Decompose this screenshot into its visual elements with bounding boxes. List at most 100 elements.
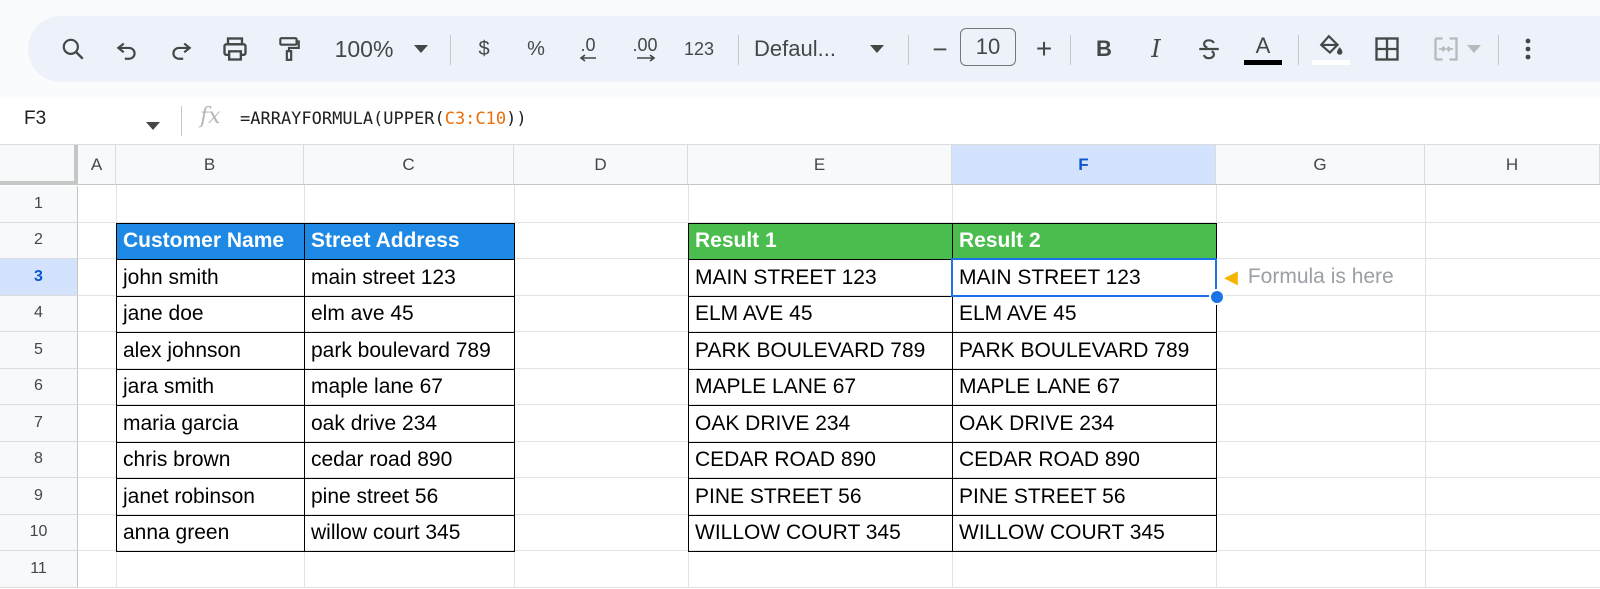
source-table-cell[interactable]: jane doe (116, 295, 305, 333)
source-table-cell[interactable]: park boulevard 789 (304, 332, 515, 370)
zoom-select[interactable]: 100% (324, 16, 404, 82)
formula-suffix: )) (506, 109, 527, 129)
result-table-header-cell[interactable]: Result 1 (688, 222, 953, 260)
result-table-cell[interactable]: CEDAR ROAD 890 (952, 441, 1217, 479)
column-header-g[interactable]: G (1216, 145, 1425, 185)
decrease-font-size-button[interactable]: − (920, 16, 960, 82)
column-header-f[interactable]: F (952, 145, 1216, 185)
toolbar-divider (1498, 35, 1499, 65)
result-table-cell[interactable]: PARK BOULEVARD 789 (952, 332, 1217, 370)
column-header-b[interactable]: B (116, 145, 304, 185)
source-table-cell[interactable]: john smith (116, 259, 305, 297)
select-all-corner[interactable] (0, 145, 78, 185)
italic-button[interactable]: I (1136, 16, 1176, 82)
row-header-10[interactable]: 10 (0, 514, 78, 551)
font-name: Defaul... (754, 36, 836, 61)
more-options-button[interactable] (1508, 16, 1548, 82)
source-table-cell[interactable]: pine street 56 (304, 478, 515, 516)
source-table-cell[interactable]: maria garcia (116, 405, 305, 443)
source-table-header-cell[interactable]: Customer Name (116, 222, 305, 260)
column-header-h[interactable]: H (1425, 145, 1600, 185)
strikethrough-button[interactable] (1188, 16, 1230, 82)
source-table-cell[interactable]: willow court 345 (304, 514, 515, 552)
column-header-d[interactable]: D (514, 145, 688, 185)
source-table-header-cell[interactable]: Street Address (304, 222, 515, 260)
column-header-a[interactable]: A (78, 145, 116, 185)
caret-down-icon (870, 45, 884, 53)
merge-cells-button[interactable] (1418, 16, 1494, 82)
undo-button[interactable] (104, 16, 150, 82)
result-table-cell[interactable]: ELM AVE 45 (952, 295, 1217, 333)
row-header-8[interactable]: 8 (0, 441, 78, 478)
bold-button[interactable]: B (1084, 16, 1124, 82)
row-header-6[interactable]: 6 (0, 368, 78, 405)
source-table-cell[interactable]: chris brown (116, 441, 305, 479)
column-header-c[interactable]: C (304, 145, 514, 185)
result-table-cell[interactable]: CEDAR ROAD 890 (688, 441, 953, 479)
source-table-cell[interactable]: janet robinson (116, 478, 305, 516)
source-table-cell[interactable]: cedar road 890 (304, 441, 515, 479)
toolbar-divider (1070, 35, 1071, 65)
fill-color-button[interactable] (1308, 16, 1354, 82)
source-table-cell[interactable]: elm ave 45 (304, 295, 515, 333)
paint-format-button[interactable] (266, 16, 312, 82)
print-button[interactable] (212, 16, 258, 82)
search-menus-button[interactable] (48, 16, 98, 82)
row-header-3[interactable]: 3 (0, 259, 78, 296)
formula-note-text: Formula is here (1247, 265, 1394, 289)
number-format-label: 123 (683, 38, 715, 59)
result-table-cell[interactable]: OAK DRIVE 234 (952, 405, 1217, 443)
formula-bar-divider (181, 106, 182, 136)
zoom-dropdown-button[interactable] (406, 16, 436, 82)
row-header-5[interactable]: 5 (0, 332, 78, 369)
increase-decimal-label: .00 (632, 35, 658, 55)
caret-down-icon (1467, 45, 1481, 53)
borders-icon (1375, 37, 1399, 61)
result-table-cell[interactable]: PARK BOULEVARD 789 (688, 332, 953, 370)
font-size-input[interactable]: 10 (960, 28, 1016, 66)
result-table-header-cell[interactable]: Result 2 (952, 222, 1217, 260)
row-header-9[interactable]: 9 (0, 478, 78, 515)
source-table-cell[interactable]: maple lane 67 (304, 368, 515, 406)
borders-button[interactable] (1362, 16, 1412, 82)
row-header-4[interactable]: 4 (0, 295, 78, 332)
search-icon (62, 38, 84, 60)
row-header-2[interactable]: 2 (0, 222, 78, 259)
fill-handle[interactable] (1209, 288, 1225, 305)
row-header-1[interactable]: 1 (0, 186, 78, 223)
text-color-button[interactable]: A (1240, 16, 1286, 82)
result-table-cell[interactable]: WILLOW COURT 345 (688, 514, 953, 552)
source-table-cell[interactable]: anna green (116, 514, 305, 552)
formula-input[interactable]: =ARRAYFORMULA(UPPER(C3:C10)) (240, 109, 527, 129)
redo-button[interactable] (158, 16, 204, 82)
name-box-dropdown[interactable] (146, 117, 160, 135)
result-table-cell[interactable]: OAK DRIVE 234 (688, 405, 953, 443)
source-table-cell[interactable]: alex johnson (116, 332, 305, 370)
row-header-7[interactable]: 7 (0, 405, 78, 442)
result-table-cell[interactable]: ELM AVE 45 (688, 295, 953, 333)
source-table-cell[interactable]: main street 123 (304, 259, 515, 297)
font-dropdown-button[interactable] (864, 16, 890, 82)
result-table-cell[interactable]: MAIN STREET 123 (688, 259, 953, 297)
source-table-cell[interactable]: jara smith (116, 368, 305, 406)
more-formats-button[interactable]: 123 (674, 16, 724, 82)
result-table-cell[interactable]: PINE STREET 56 (952, 478, 1217, 516)
format-currency-button[interactable]: $ (464, 16, 504, 82)
font-family-select[interactable]: Defaul... (754, 16, 854, 82)
source-table-cell[interactable]: oak drive 234 (304, 405, 515, 443)
increase-decimal-button[interactable]: .00 (620, 16, 670, 82)
result-table-cell[interactable]: MAPLE LANE 67 (952, 368, 1217, 406)
result-table-cell[interactable]: WILLOW COURT 345 (952, 514, 1217, 552)
format-percent-button[interactable]: % (516, 16, 556, 82)
row-header-11[interactable]: 11 (0, 551, 78, 588)
decrease-decimal-button[interactable]: .0 (566, 16, 610, 82)
active-cell-selection[interactable] (951, 258, 1217, 297)
name-box[interactable]: F3 (24, 108, 46, 130)
result-table-cell[interactable]: MAPLE LANE 67 (688, 368, 953, 406)
toolbar: 100% $ % .0 .00 123 Defaul... − 10 + B I (28, 16, 1600, 82)
result-table-cell[interactable]: PINE STREET 56 (688, 478, 953, 516)
more-vertical-icon (1525, 38, 1531, 60)
column-header-e[interactable]: E (688, 145, 952, 185)
increase-font-size-button[interactable]: + (1024, 16, 1064, 82)
formula-prefix: =ARRAYFORMULA(UPPER( (240, 109, 445, 129)
